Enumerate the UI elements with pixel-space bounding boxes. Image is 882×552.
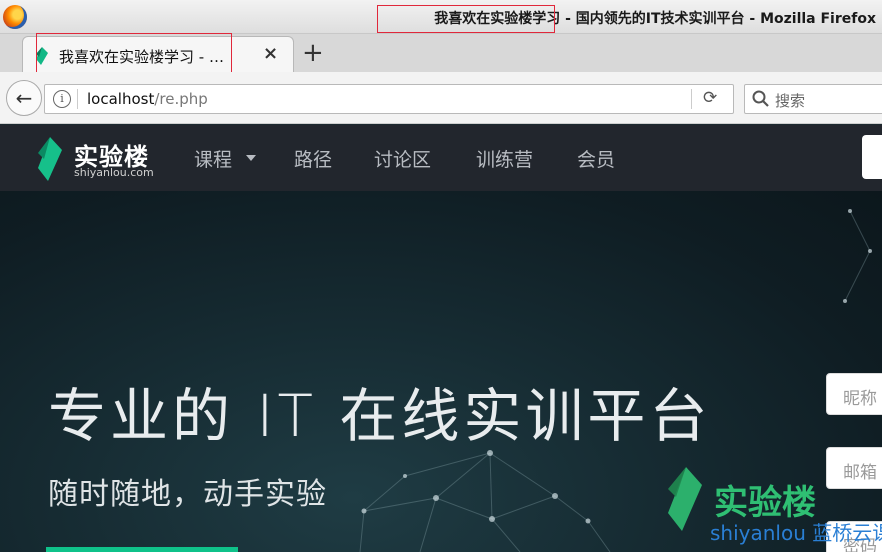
hero-subtitle: 随时随地，动手实验 xyxy=(48,477,327,512)
tab-strip: 我喜欢在实验楼学习 - … × + xyxy=(0,34,882,72)
url-host: localhost xyxy=(87,90,155,108)
search-bar[interactable]: 搜索 xyxy=(744,84,882,114)
nav-item-bootcamp[interactable]: 训练营 xyxy=(476,145,533,172)
hero-title: 专业的 IT 在线实训平台 xyxy=(48,382,712,450)
hero-cta-button[interactable] xyxy=(46,547,238,552)
back-button[interactable]: ← xyxy=(6,80,42,116)
search-icon xyxy=(752,90,769,107)
window-title: 我喜欢在实验楼学习 - 国内领先的IT技术实训平台 - Mozilla Fire… xyxy=(434,11,876,27)
window-titlebar: 我喜欢在实验楼学习 - 国内领先的IT技术实训平台 - Mozilla Fire… xyxy=(0,0,882,34)
nav-item-forum[interactable]: 讨论区 xyxy=(374,145,431,172)
url-bar[interactable]: i localhost/re.php ⟳ xyxy=(44,84,734,114)
shiyanlou-logo-icon xyxy=(38,137,62,181)
url-divider xyxy=(691,89,692,109)
login-button[interactable] xyxy=(862,135,882,179)
info-icon[interactable]: i xyxy=(53,90,71,108)
site-header: 实验楼 shiyanlou.com 课程 路径 讨论区 训练营 会员 xyxy=(0,125,882,191)
url-text[interactable]: localhost/re.php xyxy=(87,90,208,108)
search-placeholder: 搜索 xyxy=(775,92,806,110)
watermark-logo-icon xyxy=(668,467,702,531)
watermark-sub: shiyanlou 蓝桥云课 xyxy=(710,521,882,545)
reload-icon[interactable]: ⟳ xyxy=(703,88,717,108)
tab-active[interactable]: 我喜欢在实验楼学习 - … × xyxy=(22,36,294,72)
nav-item-courses[interactable]: 课程 xyxy=(194,145,232,172)
nav-item-paths[interactable]: 路径 xyxy=(294,145,332,172)
shiyanlou-favicon-icon xyxy=(36,47,48,65)
tab-title: 我喜欢在实验楼学习 - … xyxy=(59,48,224,66)
hero-banner: 专业的 IT 在线实训平台 随时随地，动手实验 昵称 邮箱 密码 实验楼 shi… xyxy=(0,191,882,552)
chevron-down-icon[interactable] xyxy=(246,155,256,161)
nickname-placeholder: 昵称 xyxy=(843,389,877,409)
site-logo[interactable]: 实验楼 shiyanlou.com xyxy=(36,137,176,181)
navigation-bar: ← i localhost/re.php ⟳ 搜索 xyxy=(0,72,882,124)
url-path: /re.php xyxy=(154,90,208,108)
nickname-field[interactable]: 昵称 xyxy=(826,373,882,415)
url-separator xyxy=(77,89,78,109)
firefox-logo-icon[interactable] xyxy=(3,5,27,29)
nav-item-membership[interactable]: 会员 xyxy=(577,145,615,172)
logo-domain: shiyanlou.com xyxy=(74,166,154,179)
watermark: 实验楼 shiyanlou 蓝桥云课 xyxy=(664,467,882,552)
new-tab-button[interactable]: + xyxy=(302,38,324,68)
tab-close-icon[interactable]: × xyxy=(263,43,278,64)
